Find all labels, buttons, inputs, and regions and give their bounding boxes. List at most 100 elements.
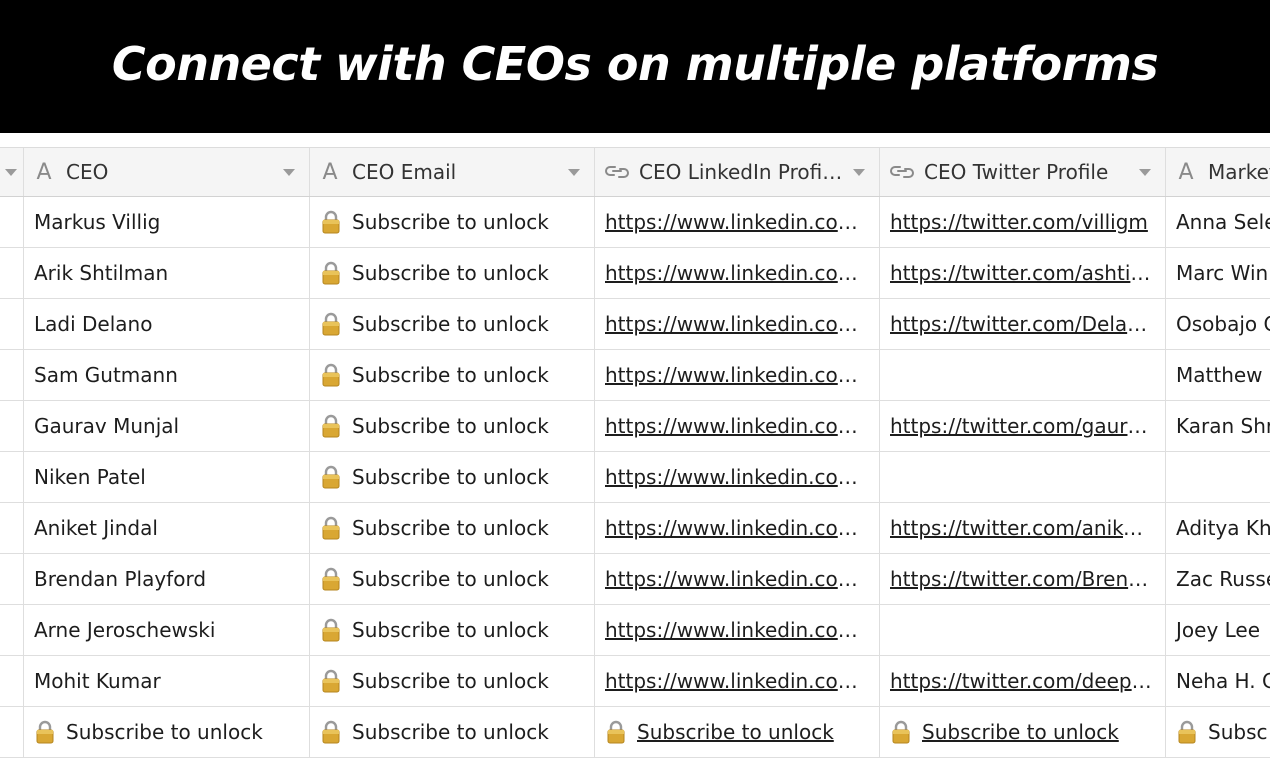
cell-ceo-email[interactable]: Subscribe to unlock (310, 197, 595, 247)
chevron-down-icon[interactable] (568, 169, 580, 176)
locked-row[interactable]: Subscribe to unlock Subscribe to unlock Su… (0, 707, 1270, 758)
cell-market[interactable]: Zac Russe (1166, 554, 1270, 604)
cell-ceo-linkedin[interactable]: https://www.linkedin.com/... (595, 248, 880, 298)
chevron-down-icon[interactable] (5, 169, 17, 176)
cell-market[interactable]: Osobajo C (1166, 299, 1270, 349)
column-header-ceo-linkedin[interactable]: CEO LinkedIn Profil... (595, 148, 880, 196)
table-row[interactable]: Brendan Playford Subscribe to unlock https… (0, 554, 1270, 605)
profile-link[interactable]: https://www.linkedin.com/... (605, 618, 867, 642)
profile-link[interactable]: https://www.linkedin.com/... (605, 210, 867, 234)
subscribe-to-unlock-text[interactable]: Subscribe to unlock (637, 720, 834, 744)
column-header-ceo[interactable]: A CEO (24, 148, 310, 196)
profile-link[interactable]: https://www.linkedin.com/... (605, 516, 867, 540)
cell-market[interactable]: Anna Sele (1166, 197, 1270, 247)
cell-ceo[interactable]: Subscribe to unlock (24, 707, 310, 757)
profile-link[interactable]: https://www.linkedin.com/... (605, 465, 867, 489)
row-stub[interactable] (0, 707, 24, 757)
table-row[interactable]: Niken Patel Subscribe to unlock https://ww… (0, 452, 1270, 503)
cell-market[interactable]: Aditya Kha (1166, 503, 1270, 553)
cell-ceo-twitter[interactable]: Subscribe to unlock (880, 707, 1166, 757)
chevron-down-icon[interactable] (283, 169, 295, 176)
cell-ceo-email[interactable]: Subscribe to unlock (310, 452, 595, 502)
cell-market[interactable]: Matthew I (1166, 350, 1270, 400)
cell-market[interactable] (1166, 452, 1270, 502)
cell-ceo[interactable]: Niken Patel (24, 452, 310, 502)
cell-ceo[interactable]: Gaurav Munjal (24, 401, 310, 451)
cell-ceo-twitter[interactable] (880, 452, 1166, 502)
cell-ceo-twitter[interactable] (880, 350, 1166, 400)
cell-ceo-twitter[interactable]: https://twitter.com/aniket... (880, 503, 1166, 553)
cell-ceo-email[interactable]: Subscribe to unlock (310, 503, 595, 553)
row-stub[interactable] (0, 656, 24, 706)
row-stub[interactable] (0, 452, 24, 502)
row-stub[interactable] (0, 248, 24, 298)
column-header-market[interactable]: A Market (1166, 148, 1270, 196)
row-stub[interactable] (0, 605, 24, 655)
column-header-ceo-twitter[interactable]: CEO Twitter Profile (880, 148, 1166, 196)
row-stub[interactable] (0, 401, 24, 451)
subscribe-to-unlock-text[interactable]: Subscribe to unlock (922, 720, 1119, 744)
cell-market[interactable]: Joey Lee (1166, 605, 1270, 655)
cell-ceo-twitter[interactable] (880, 605, 1166, 655)
profile-link[interactable]: https://twitter.com/aniket... (890, 516, 1152, 540)
table-row[interactable]: Sam Gutmann Subscribe to unlock https://ww… (0, 350, 1270, 401)
row-stub[interactable] (0, 299, 24, 349)
table-row[interactable]: Mohit Kumar Subscribe to unlock https://ww… (0, 656, 1270, 707)
profile-link[interactable]: https://twitter.com/Delan... (890, 312, 1152, 336)
cell-market[interactable]: Karan Shr (1166, 401, 1270, 451)
cell-ceo-twitter[interactable]: https://twitter.com/Brend... (880, 554, 1166, 604)
header-stub[interactable] (0, 148, 24, 196)
profile-link[interactable]: https://twitter.com/gaurav... (890, 414, 1152, 438)
cell-ceo-email[interactable]: Subscribe to unlock (310, 554, 595, 604)
cell-ceo-twitter[interactable]: https://twitter.com/gaurav... (880, 401, 1166, 451)
column-header-ceo-email[interactable]: A CEO Email (310, 148, 595, 196)
cell-ceo-linkedin[interactable]: https://www.linkedin.com/... (595, 656, 880, 706)
table-row[interactable]: Gaurav Munjal Subscribe to unlock https://… (0, 401, 1270, 452)
cell-market[interactable]: Subsc (1166, 707, 1270, 757)
profile-link[interactable]: https://twitter.com/deepp... (890, 669, 1152, 693)
cell-ceo-email[interactable]: Subscribe to unlock (310, 656, 595, 706)
cell-ceo[interactable]: Ladi Delano (24, 299, 310, 349)
cell-ceo-linkedin[interactable]: https://www.linkedin.com/... (595, 452, 880, 502)
profile-link[interactable]: https://twitter.com/ashtil... (890, 261, 1152, 285)
cell-ceo[interactable]: Arik Shtilman (24, 248, 310, 298)
table-row[interactable]: Ladi Delano Subscribe to unlock https://ww… (0, 299, 1270, 350)
cell-ceo-linkedin[interactable]: https://www.linkedin.com/... (595, 503, 880, 553)
table-row[interactable]: Arik Shtilman Subscribe to unlock https://… (0, 248, 1270, 299)
profile-link[interactable]: https://www.linkedin.com/... (605, 567, 867, 591)
cell-market[interactable]: Neha H. C (1166, 656, 1270, 706)
row-stub[interactable] (0, 503, 24, 553)
table-row[interactable]: Aniket Jindal Subscribe to unlock https://… (0, 503, 1270, 554)
cell-ceo-email[interactable]: Subscribe to unlock (310, 248, 595, 298)
profile-link[interactable]: https://www.linkedin.com/... (605, 312, 867, 336)
cell-ceo-twitter[interactable]: https://twitter.com/ashtil... (880, 248, 1166, 298)
row-stub[interactable] (0, 554, 24, 604)
cell-ceo[interactable]: Arne Jeroschewski (24, 605, 310, 655)
chevron-down-icon[interactable] (1139, 169, 1151, 176)
cell-ceo-linkedin[interactable]: https://www.linkedin.com/... (595, 605, 880, 655)
cell-ceo-linkedin[interactable]: Subscribe to unlock (595, 707, 880, 757)
cell-ceo[interactable]: Sam Gutmann (24, 350, 310, 400)
cell-ceo-email[interactable]: Subscribe to unlock (310, 350, 595, 400)
chevron-down-icon[interactable] (853, 169, 865, 176)
table-row[interactable]: Markus Villig Subscribe to unlock https://… (0, 197, 1270, 248)
profile-link[interactable]: https://twitter.com/villigm (890, 210, 1148, 234)
profile-link[interactable]: https://twitter.com/Brend... (890, 567, 1152, 591)
row-stub[interactable] (0, 197, 24, 247)
cell-ceo[interactable]: Brendan Playford (24, 554, 310, 604)
cell-ceo[interactable]: Mohit Kumar (24, 656, 310, 706)
cell-ceo-linkedin[interactable]: https://www.linkedin.com/... (595, 554, 880, 604)
cell-ceo[interactable]: Aniket Jindal (24, 503, 310, 553)
profile-link[interactable]: https://www.linkedin.com/... (605, 261, 867, 285)
cell-ceo-email[interactable]: Subscribe to unlock (310, 299, 595, 349)
profile-link[interactable]: https://www.linkedin.com/... (605, 669, 867, 693)
cell-ceo-email[interactable]: Subscribe to unlock (310, 605, 595, 655)
cell-ceo[interactable]: Markus Villig (24, 197, 310, 247)
cell-market[interactable]: Marc Wini (1166, 248, 1270, 298)
row-stub[interactable] (0, 350, 24, 400)
cell-ceo-twitter[interactable]: https://twitter.com/Delan... (880, 299, 1166, 349)
profile-link[interactable]: https://www.linkedin.com/... (605, 414, 867, 438)
cell-ceo-linkedin[interactable]: https://www.linkedin.com/... (595, 401, 880, 451)
cell-ceo-email[interactable]: Subscribe to unlock (310, 401, 595, 451)
cell-ceo-twitter[interactable]: https://twitter.com/villigm (880, 197, 1166, 247)
